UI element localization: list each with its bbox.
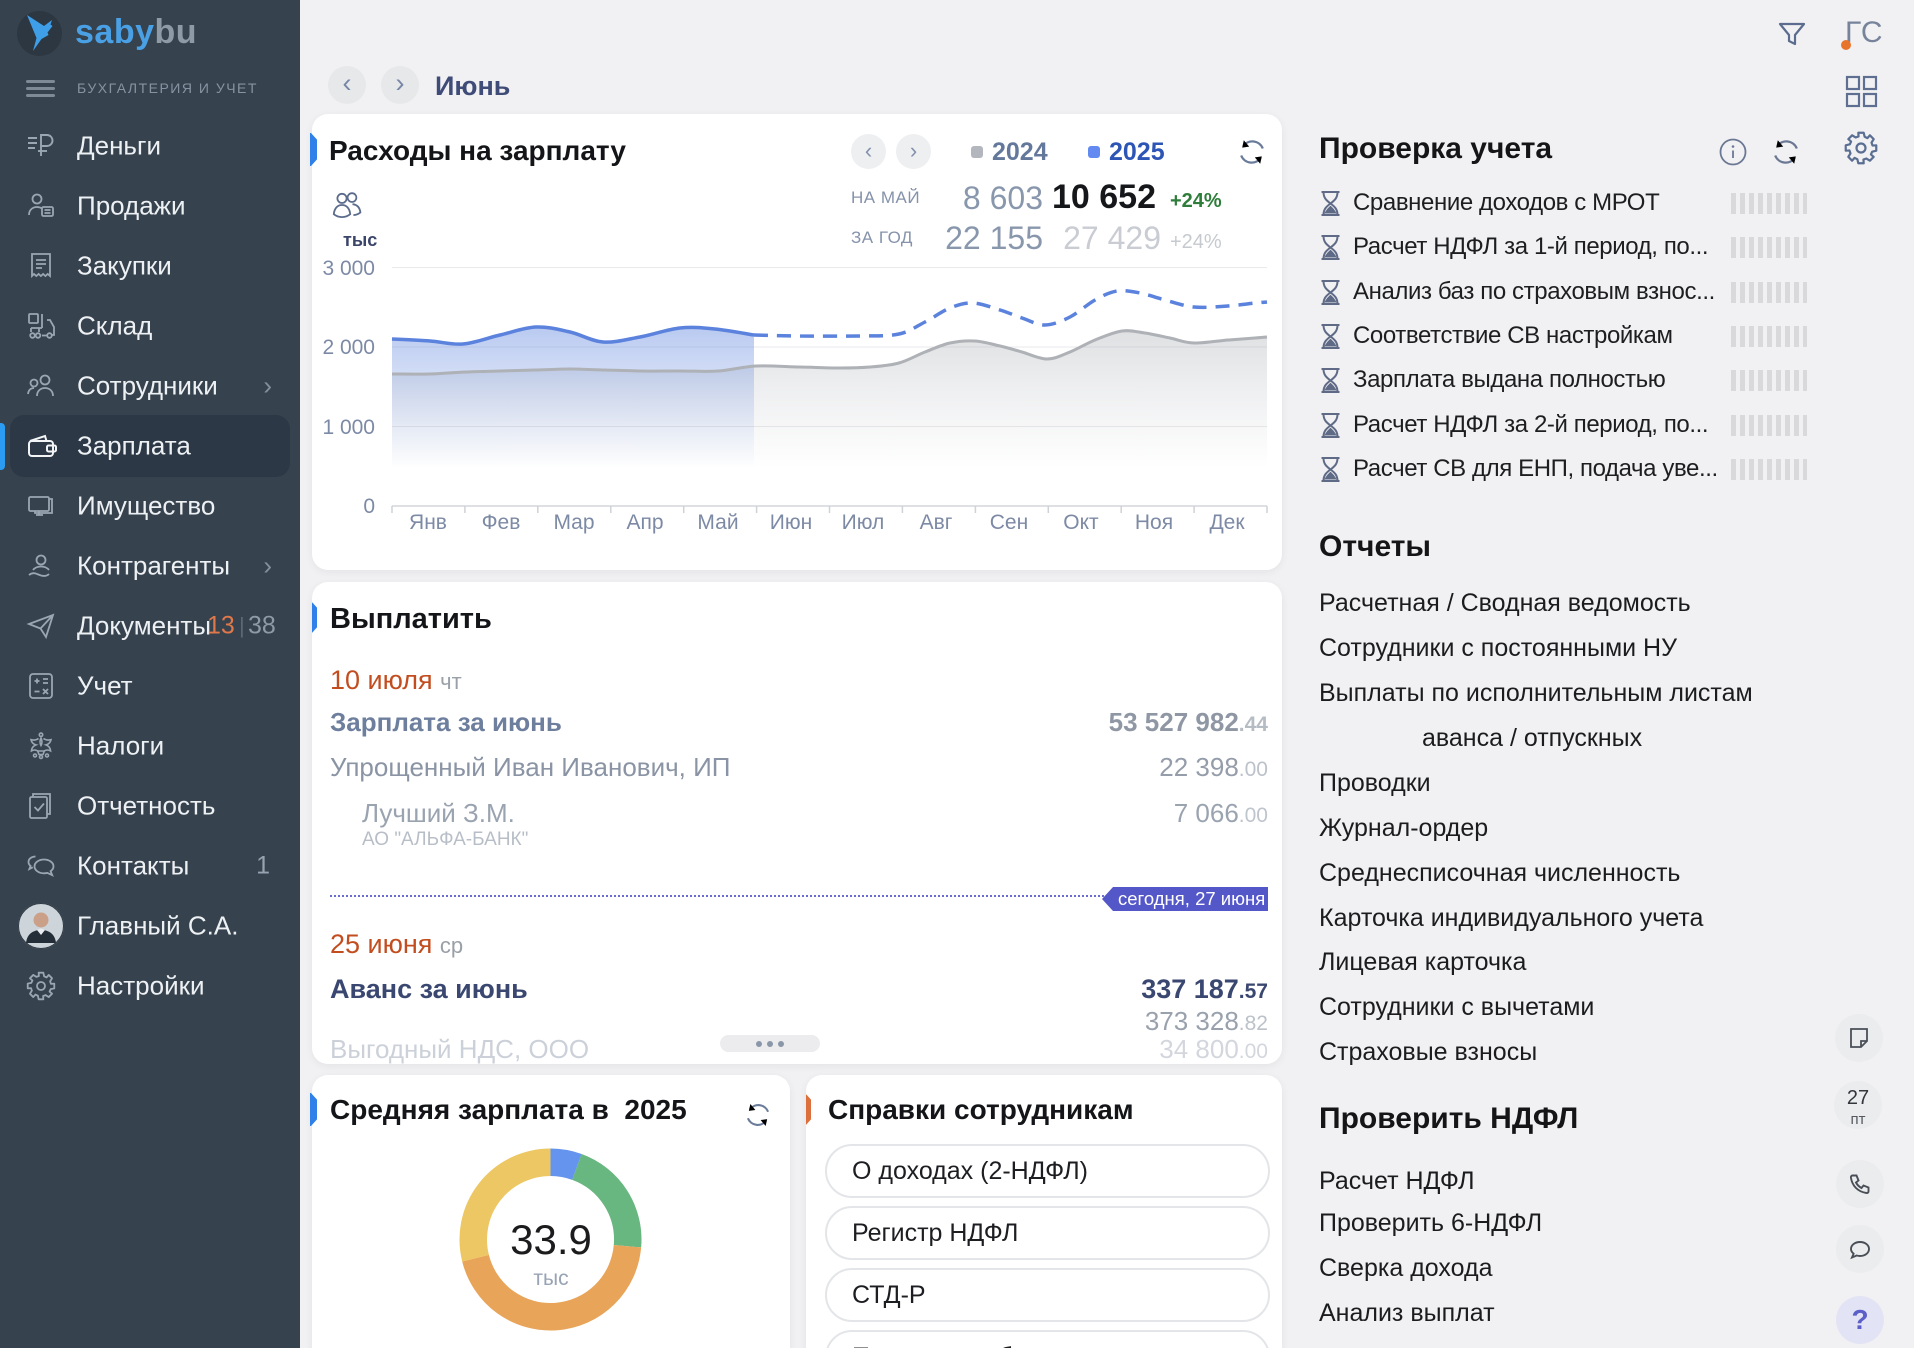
svg-text:2 000: 2 000 — [322, 336, 375, 359]
svg-text:Сен: Сен — [990, 511, 1028, 534]
svg-text:Фев: Фев — [482, 511, 521, 534]
svg-text:1 000: 1 000 — [322, 416, 375, 439]
svg-text:Авг: Авг — [920, 511, 953, 534]
svg-text:Мар: Мар — [553, 511, 594, 534]
svg-text:Май: Май — [697, 511, 738, 534]
svg-text:Ноя: Ноя — [1135, 511, 1173, 534]
svg-text:Дек: Дек — [1209, 511, 1245, 534]
svg-text:0: 0 — [363, 495, 375, 518]
svg-text:3 000: 3 000 — [322, 257, 375, 280]
svg-text:Окт: Окт — [1063, 511, 1099, 534]
svg-text:Янв: Янв — [409, 511, 447, 534]
svg-text:Июн: Июн — [770, 511, 812, 534]
svg-text:Июл: Июл — [842, 511, 885, 534]
svg-text:Апр: Апр — [626, 511, 663, 534]
